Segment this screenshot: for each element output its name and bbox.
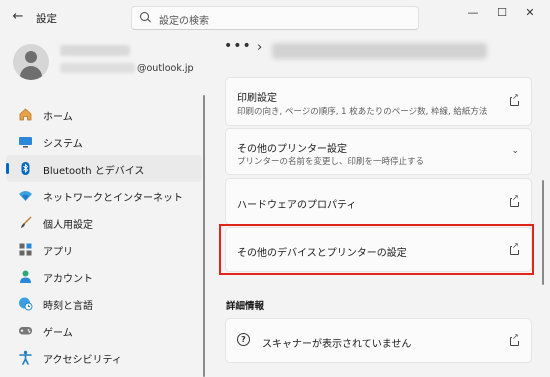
chevron-down-icon: ⌄: [511, 146, 519, 156]
page-title-redacted: [272, 43, 487, 59]
maximize-icon: ☐: [497, 6, 507, 19]
close-icon: ✕: [525, 6, 535, 19]
sidebar-item-accessibility[interactable]: アクセシビリティ: [6, 344, 202, 371]
minimize-icon: —: [467, 6, 479, 19]
print-settings-card[interactable]: 印刷設定 印刷の向き, ページの順序, 1 枚あたりのページ数, 枠線, 給紙方…: [225, 77, 532, 126]
breadcrumb-more-button[interactable]: •••: [224, 38, 252, 54]
sidebar-item-label: ゲーム: [43, 328, 73, 339]
sidebar-scrollbar[interactable]: [203, 95, 205, 377]
person-icon: [18, 269, 33, 284]
open-external-icon: [510, 93, 519, 106]
close-button[interactable]: ✕: [519, 4, 541, 22]
sidebar-nav: ホーム システム Bluetooth とデバイス ネットワークとインターネット …: [6, 101, 202, 371]
minimize-button[interactable]: —: [462, 4, 484, 22]
brush-icon: [18, 215, 33, 230]
sidebar-item-time-language[interactable]: 時刻と言語: [6, 290, 202, 317]
card-description: 印刷の向き, ページの順序, 1 枚あたりのページ数, 枠線, 給紙方法: [237, 107, 488, 117]
section-heading: 詳細情報: [226, 301, 265, 312]
open-external-icon: [510, 194, 519, 207]
sidebar-item-network[interactable]: ネットワークとインターネット: [6, 182, 202, 209]
account-profile: @outlook.jp: [0, 36, 205, 90]
wifi-icon: [18, 188, 33, 203]
bluetooth-icon: [18, 161, 33, 176]
card-title: スキャナーが表示されていません: [262, 339, 412, 350]
other-printer-settings-card[interactable]: その他のプリンター設定 プリンターの名前を変更し、印刷を一時停止する ⌄: [225, 128, 532, 175]
monitor-icon: [18, 134, 33, 149]
app-title: 設定: [36, 13, 57, 25]
sidebar-item-label: アクセシビリティ: [43, 355, 122, 366]
card-title: その他のプリンター設定: [237, 144, 347, 155]
accessibility-icon: [18, 350, 33, 365]
gamepad-icon: [18, 323, 33, 338]
chevron-right-icon: ›: [257, 40, 263, 55]
sidebar-item-accounts[interactable]: アカウント: [6, 263, 202, 290]
sidebar-item-label: ホーム: [43, 112, 73, 123]
globe-clock-icon: [18, 296, 33, 311]
search-box[interactable]: 設定の検索: [131, 6, 419, 30]
sidebar-item-gaming[interactable]: ゲーム: [6, 317, 202, 344]
back-button[interactable]: ←: [9, 8, 27, 26]
card-description: プリンターの名前を変更し、印刷を一時停止する: [237, 157, 425, 167]
user-name-redacted: [60, 45, 130, 56]
card-title: ハードウェアのプロパティ: [237, 200, 357, 211]
maximize-button[interactable]: ☐: [491, 4, 513, 22]
open-external-icon[interactable]: [510, 333, 519, 346]
home-icon: [18, 107, 33, 122]
sidebar-item-label: 個人用設定: [43, 220, 93, 231]
sidebar-item-system[interactable]: システム: [6, 128, 202, 155]
sidebar-item-label: アプリ: [43, 247, 73, 258]
sidebar-item-label: アカウント: [43, 274, 93, 285]
sidebar-item-home[interactable]: ホーム: [6, 101, 202, 128]
title-bar: ← 設定 設定の検索 — ☐ ✕: [0, 0, 550, 36]
card-title: 印刷設定: [237, 93, 277, 104]
sidebar-item-label: システム: [43, 139, 83, 150]
search-input[interactable]: 設定の検索: [159, 12, 209, 27]
sidebar-item-label: 時刻と言語: [43, 301, 93, 312]
sidebar-item-label: ネットワークとインターネット: [43, 193, 183, 204]
highlight-box: [219, 224, 534, 275]
sidebar-item-label: Bluetooth とデバイス: [43, 166, 145, 177]
sidebar-item-personalization[interactable]: 個人用設定: [6, 209, 202, 236]
search-icon: [140, 12, 152, 24]
help-icon: ?: [237, 333, 250, 346]
arrow-left-icon: ←: [12, 9, 24, 24]
user-email-domain: @outlook.jp: [137, 63, 194, 74]
user-email-redacted: [60, 63, 135, 73]
sidebar-item-apps[interactable]: アプリ: [6, 236, 202, 263]
apps-icon: [18, 242, 33, 257]
scanner-info-card: ? スキャナーが表示されていません: [225, 318, 532, 363]
content-scrollbar[interactable]: [542, 180, 544, 285]
sidebar-item-bluetooth-devices[interactable]: Bluetooth とデバイス: [6, 155, 202, 182]
hardware-properties-card[interactable]: ハードウェアのプロパティ: [225, 178, 532, 225]
avatar: [13, 44, 49, 80]
